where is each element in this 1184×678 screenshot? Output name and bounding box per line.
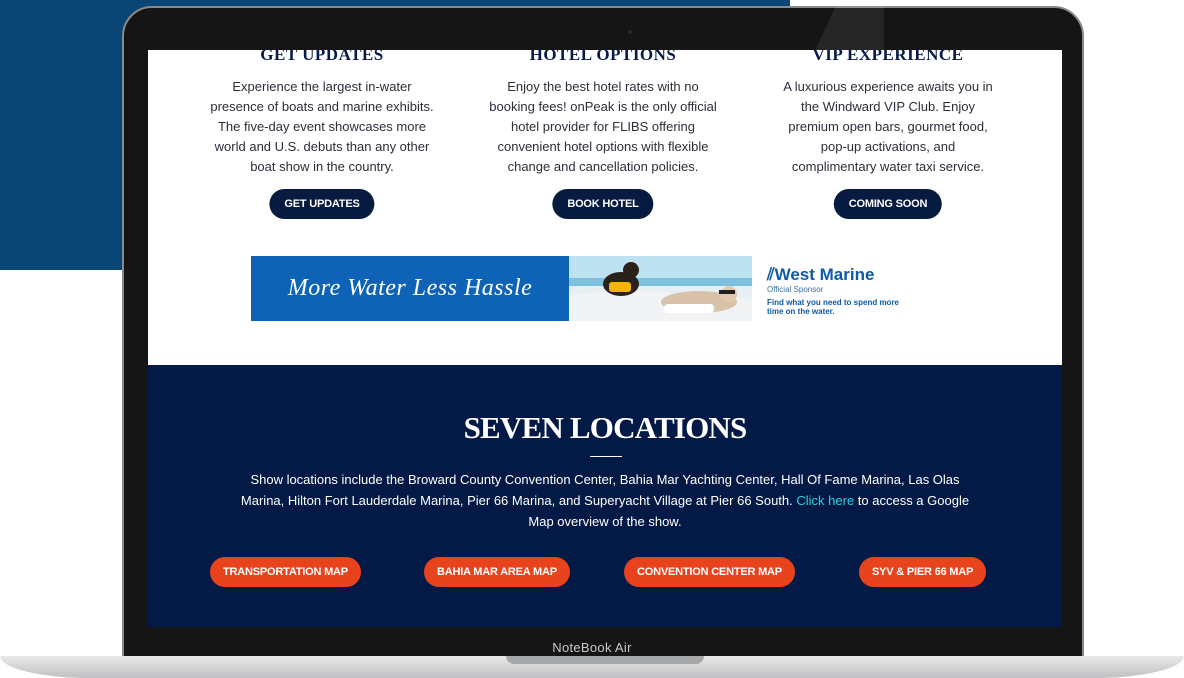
feature-description: Experience the largest in-water presence…	[210, 79, 434, 174]
device-label: NoteBook Air	[552, 640, 632, 655]
convention-center-map-button[interactable]: CONVENTION CENTER MAP	[624, 557, 795, 587]
book-hotel-button[interactable]: BOOK HOTEL	[552, 189, 654, 219]
ad-slogan: More Water Less Hassle	[251, 256, 569, 321]
syv-pier-66-map-button[interactable]: SYV & PIER 66 MAP	[859, 557, 987, 587]
ad-photo	[569, 256, 752, 321]
feature-title: HOTEL OPTIONS	[529, 50, 677, 60]
feature-vip-experience: VIP EXPERIENCE A luxurious experience aw…	[758, 50, 1018, 219]
locations-section: SEVEN LOCATIONS Show locations include t…	[148, 365, 1062, 627]
feature-hotel-options: HOTEL OPTIONS Enjoy the best hotel rates…	[473, 50, 733, 219]
brand-slash-icon: ⫽	[767, 265, 775, 284]
feature-description: Enjoy the best hotel rates with no booki…	[489, 79, 717, 174]
feature-get-updates: GET UPDATES Experience the largest in-wa…	[192, 50, 452, 219]
feature-title: GET UPDATES	[260, 50, 384, 60]
ad-brand-sub: Official Sponsor	[767, 285, 824, 294]
map-buttons: TRANSPORTATION MAP BAHIA MAR AREA MAP CO…	[148, 557, 1062, 587]
ad-tagline: Find what you need to spend more time on…	[767, 298, 900, 316]
get-updates-button[interactable]: GET UPDATES	[269, 189, 375, 219]
google-map-link[interactable]: Click here	[796, 493, 854, 508]
camera-icon	[628, 30, 632, 34]
screen-glare	[790, 6, 884, 50]
locations-title: SEVEN LOCATIONS	[463, 410, 748, 445]
laptop-notch	[506, 656, 704, 664]
transportation-map-button[interactable]: TRANSPORTATION MAP	[210, 557, 361, 587]
feature-description: A luxurious experience awaits you in the…	[783, 79, 993, 174]
west-marine-logo: ⫽West Marine	[767, 265, 875, 284]
feature-columns: GET UPDATES Experience the largest in-wa…	[148, 50, 1062, 240]
west-marine-ad-banner[interactable]: More Water Less Hassle ⫽West Marine Offi…	[251, 256, 917, 321]
locations-description: Show locations include the Broward Count…	[240, 472, 970, 529]
dog-on-boat-illustration	[569, 256, 752, 321]
screen: GET UPDATES Experience the largest in-wa…	[148, 50, 1062, 627]
bahia-mar-area-map-button[interactable]: BAHIA MAR AREA MAP	[424, 557, 570, 587]
coming-soon-button[interactable]: COMING SOON	[833, 189, 943, 219]
title-divider	[590, 456, 622, 457]
feature-title: VIP EXPERIENCE	[812, 50, 964, 60]
ad-brand-block: ⫽West Marine Official Sponsor Find what …	[767, 265, 900, 317]
